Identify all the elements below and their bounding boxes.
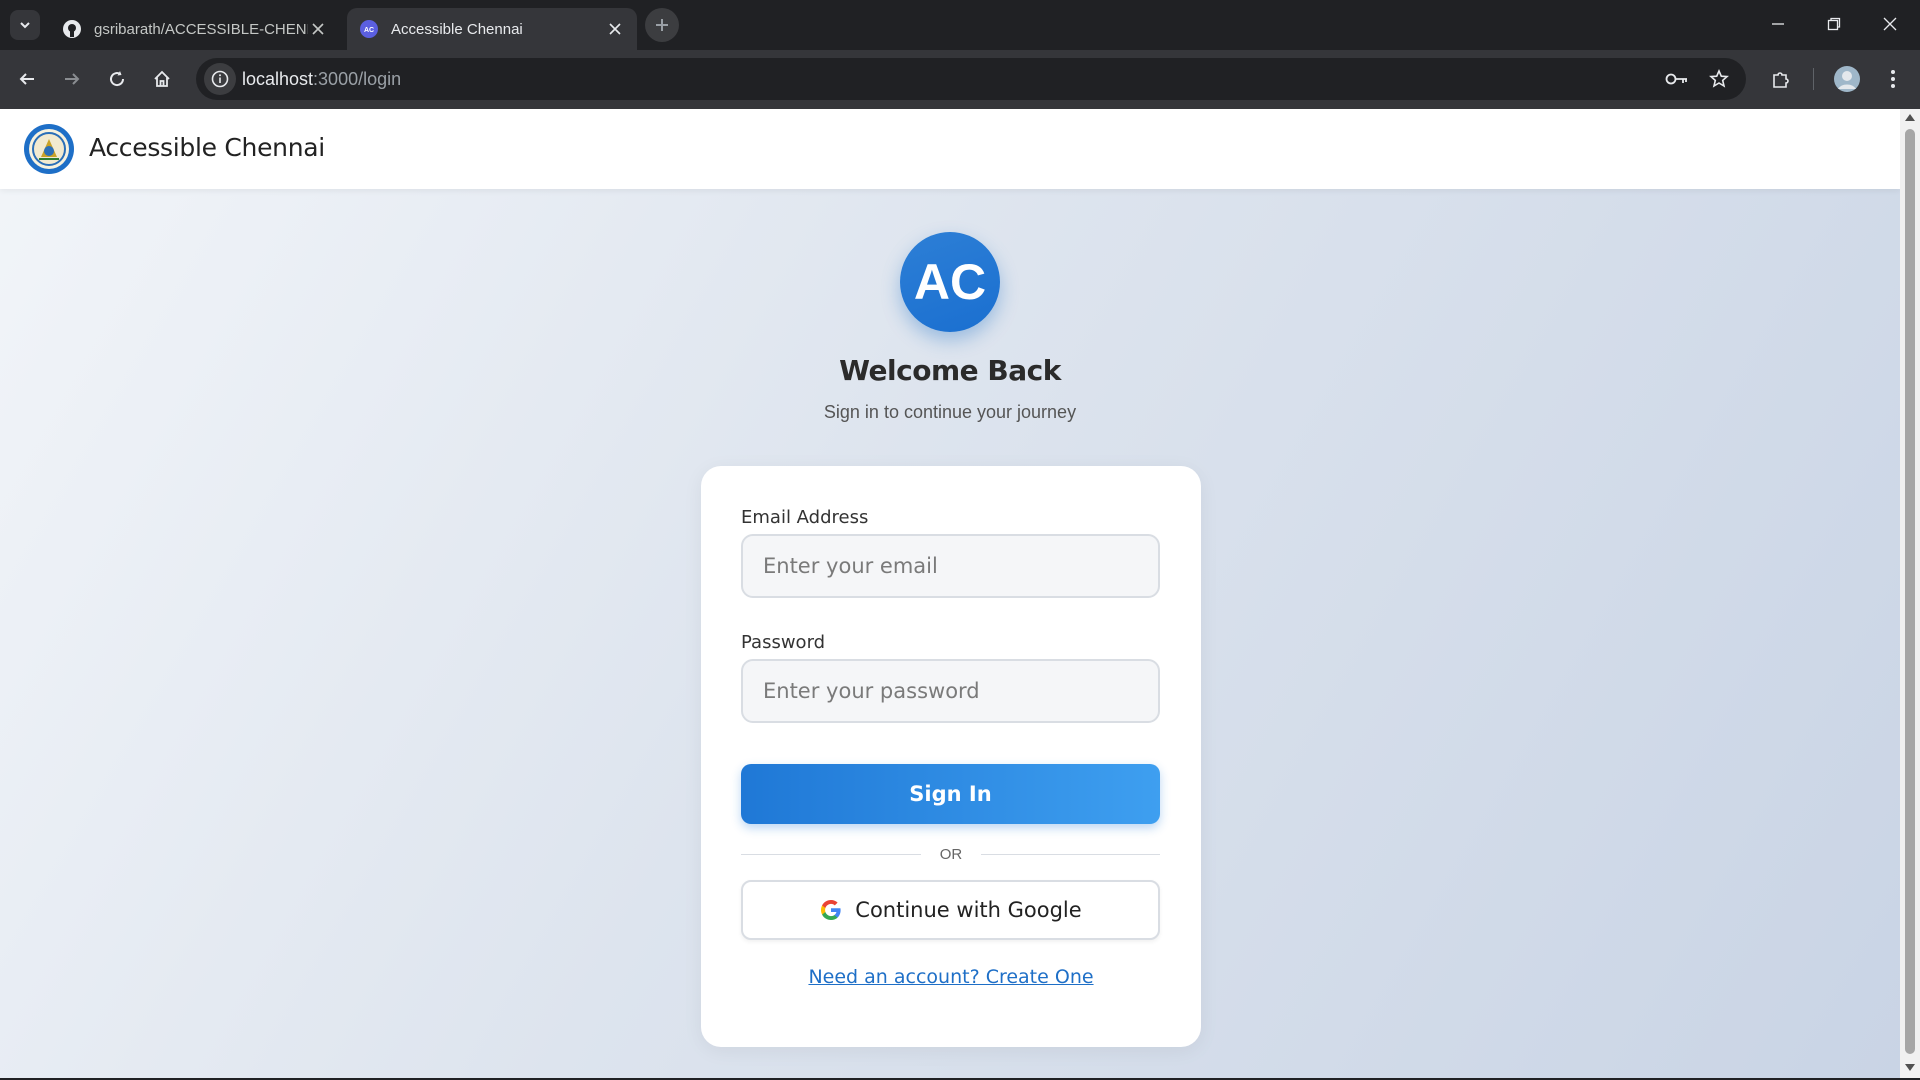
close-icon[interactable] bbox=[308, 19, 328, 39]
reload-button[interactable] bbox=[100, 62, 134, 96]
divider-text: OR bbox=[921, 846, 981, 863]
google-sign-in-button[interactable]: Continue with Google bbox=[741, 880, 1160, 940]
star-icon bbox=[1709, 69, 1729, 88]
info-icon bbox=[211, 70, 229, 88]
minimize-button[interactable] bbox=[1750, 0, 1806, 48]
app-avatar: AC bbox=[900, 232, 1000, 332]
app-favicon-icon: AC bbox=[359, 19, 379, 39]
page-scrollbar[interactable] bbox=[1900, 109, 1920, 1078]
restore-button[interactable] bbox=[1806, 0, 1862, 48]
google-button-label: Continue with Google bbox=[855, 898, 1082, 922]
puzzle-icon bbox=[1773, 72, 1789, 88]
browser-menu-button[interactable] bbox=[1876, 62, 1910, 96]
tab-search-button[interactable] bbox=[10, 10, 40, 40]
svg-text:AC: AC bbox=[364, 27, 374, 34]
arrow-left-icon bbox=[19, 73, 34, 85]
url-path: :3000/login bbox=[313, 69, 402, 89]
browser-toolbar: localhost:3000/login bbox=[0, 50, 1920, 109]
site-info-button[interactable] bbox=[204, 63, 236, 95]
app-title[interactable]: Accessible Chennai bbox=[89, 133, 325, 162]
email-label: Email Address bbox=[741, 507, 869, 528]
profile-avatar-icon bbox=[1834, 66, 1860, 92]
browser-tab-bar: gsribarath/ACCESSIBLE-CHENN AC Accessibl… bbox=[0, 0, 1920, 50]
chennai-emblem-icon bbox=[32, 132, 66, 166]
page-subtitle: Sign in to continue your journey bbox=[823, 402, 1077, 422]
toolbar-divider bbox=[1813, 68, 1814, 90]
password-label: Password bbox=[741, 632, 826, 653]
scroll-up-arrow-icon[interactable] bbox=[1905, 114, 1915, 121]
app-header: Accessible Chennai bbox=[0, 109, 1900, 189]
key-icon bbox=[1665, 73, 1687, 85]
close-icon bbox=[1883, 17, 1897, 31]
minimize-icon bbox=[1772, 23, 1784, 25]
url-host: localhost bbox=[242, 69, 314, 89]
restore-icon bbox=[1827, 17, 1841, 31]
new-tab-button[interactable] bbox=[645, 8, 679, 42]
back-button[interactable] bbox=[10, 62, 44, 96]
page-title: Welcome Back bbox=[839, 354, 1061, 387]
profile-avatar[interactable] bbox=[1830, 62, 1864, 96]
home-icon bbox=[154, 70, 170, 87]
url-text: localhost:3000/login bbox=[242, 69, 401, 90]
tab-github[interactable]: gsribarath/ACCESSIBLE-CHENN bbox=[50, 8, 340, 50]
more-vertical-icon bbox=[1891, 70, 1895, 88]
chevron-down-icon bbox=[20, 22, 30, 29]
extensions-button[interactable] bbox=[1764, 62, 1798, 96]
github-icon bbox=[62, 19, 82, 39]
plus-icon bbox=[656, 19, 668, 31]
close-window-button[interactable] bbox=[1862, 0, 1918, 48]
forward-button[interactable] bbox=[55, 62, 89, 96]
google-icon bbox=[821, 900, 841, 920]
login-card: Email Address Password Sign In OR Contin… bbox=[701, 466, 1201, 1047]
password-key-button[interactable] bbox=[1662, 64, 1692, 94]
bookmark-star-button[interactable] bbox=[1704, 64, 1734, 94]
email-field[interactable] bbox=[741, 534, 1160, 598]
tab-accessible-chennai[interactable]: AC Accessible Chennai bbox=[347, 8, 637, 50]
app-logo[interactable] bbox=[24, 124, 74, 174]
scroll-down-arrow-icon[interactable] bbox=[1905, 1064, 1915, 1071]
reload-icon bbox=[110, 71, 125, 87]
page-viewport: Accessible Chennai AC Welcome Back Sign … bbox=[0, 109, 1900, 1078]
home-button[interactable] bbox=[145, 62, 179, 96]
tab-title: gsribarath/ACCESSIBLE-CHENN bbox=[94, 20, 308, 38]
create-account-link[interactable]: Need an account? Create One bbox=[701, 966, 1201, 988]
tab-title: Accessible Chennai bbox=[391, 20, 523, 38]
arrow-right-icon bbox=[65, 73, 80, 85]
scrollbar-thumb[interactable] bbox=[1905, 129, 1915, 1054]
password-field[interactable] bbox=[741, 659, 1160, 723]
close-icon[interactable] bbox=[605, 19, 625, 39]
sign-in-button[interactable]: Sign In bbox=[741, 764, 1160, 824]
address-bar[interactable]: localhost:3000/login bbox=[196, 58, 1746, 100]
